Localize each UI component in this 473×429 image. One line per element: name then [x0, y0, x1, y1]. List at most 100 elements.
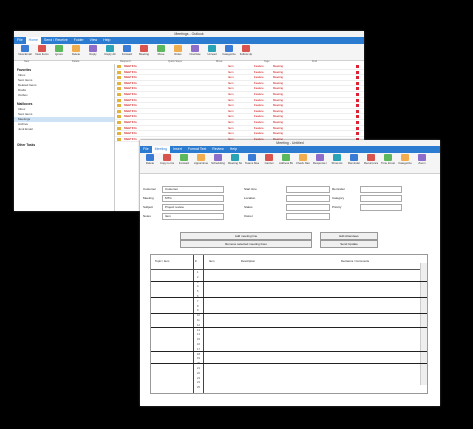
follow-up-icon: [242, 45, 250, 52]
flag-icon[interactable]: [356, 115, 359, 119]
add-line-button[interactable]: Add meeting line: [180, 232, 312, 240]
message-from: MEETING: [124, 119, 137, 124]
ribbon-ignore-button[interactable]: Ignore: [52, 45, 66, 59]
send-update-button[interactable]: Send Update: [320, 240, 378, 248]
ribbon-meeting-button[interactable]: Meeting: [137, 45, 151, 59]
flag-icon[interactable]: [356, 81, 359, 85]
ribbon-categorize-button[interactable]: Categorize: [398, 154, 412, 168]
grid-col-header: Decisions / Comments: [341, 259, 369, 263]
ribbon-show-as-button[interactable]: Show As: [330, 154, 344, 168]
menu-insert[interactable]: Insert: [170, 146, 185, 153]
form-field-customer[interactable]: Customer: [162, 186, 224, 193]
menu-format-text[interactable]: Format Text: [185, 146, 209, 153]
ribbon-label: Move: [157, 52, 165, 56]
flag-icon[interactable]: [356, 92, 359, 96]
ribbon-group-tags: Tags: [264, 60, 270, 63]
ribbon-onenote-button[interactable]: OneNote: [188, 45, 202, 59]
ribbon-follow-up-button[interactable]: Follow Up: [239, 45, 253, 59]
ribbon-check-names-button[interactable]: Check Names: [296, 154, 310, 168]
categorize-icon: [401, 154, 409, 161]
message-from: MEETING: [124, 69, 137, 74]
ribbon-appointment-button[interactable]: Appointment: [194, 154, 208, 168]
message-from: MEETING: [124, 114, 137, 119]
ribbon-zoom-button[interactable]: Zoom: [415, 154, 429, 168]
menu-folder[interactable]: Folder: [71, 37, 87, 44]
flag-icon[interactable]: [356, 98, 359, 102]
ribbon-time-zones-button[interactable]: Time Zones: [381, 154, 395, 168]
form-field-start-time[interactable]: [286, 186, 330, 193]
form-field-subject[interactable]: Project review: [162, 204, 224, 211]
ribbon-forward-button[interactable]: Forward: [120, 45, 134, 59]
ribbon-unread-button[interactable]: Unread: [205, 45, 219, 59]
message-field: Feature: [254, 108, 264, 113]
nav-item-outbox[interactable]: Outbox: [14, 93, 114, 98]
ribbon-recurrence-button[interactable]: Recurrence: [364, 154, 378, 168]
menu-help[interactable]: Help: [227, 146, 240, 153]
ribbon-response-options-button[interactable]: Response Options: [313, 154, 327, 168]
ribbon-delete-button[interactable]: Delete: [143, 154, 157, 168]
flag-icon[interactable]: [356, 104, 359, 108]
flag-icon[interactable]: [356, 126, 359, 130]
ribbon-cancel-button[interactable]: Cancel: [262, 154, 276, 168]
ribbon-delete-button[interactable]: Delete: [69, 45, 83, 59]
flag-icon[interactable]: [356, 70, 359, 74]
menu-meeting[interactable]: Meeting: [151, 146, 171, 153]
flag-icon[interactable]: [356, 132, 359, 136]
ribbon-label: Teams Meeting: [245, 161, 259, 165]
form-label: Owner: [244, 214, 253, 218]
message-field: Item: [228, 103, 234, 108]
form-field-priority[interactable]: [360, 204, 402, 211]
menu-view[interactable]: View: [87, 37, 101, 44]
ribbon-scheduling-button[interactable]: Scheduling: [211, 154, 225, 168]
form-field-reminder[interactable]: [360, 186, 402, 193]
ribbon-reply-button[interactable]: Reply: [86, 45, 100, 59]
onenote-icon: [191, 45, 199, 52]
form-field-status[interactable]: [286, 204, 330, 211]
calendar-icon: [117, 109, 121, 113]
flag-icon[interactable]: [356, 87, 359, 91]
ribbon-new-items-button[interactable]: New Items: [35, 45, 49, 59]
form-field-meeting[interactable]: MTG: [162, 195, 224, 202]
row-number: 25: [197, 386, 200, 390]
message-field: Meeting: [273, 131, 283, 136]
menu-file[interactable]: File: [14, 37, 26, 44]
calendar-icon: [117, 76, 121, 80]
menu-home[interactable]: Home: [25, 37, 41, 44]
cancel-icon: [265, 154, 273, 161]
ribbon-reminder-button[interactable]: Reminder: [347, 154, 361, 168]
ribbon-address-book-button[interactable]: Address Book: [279, 154, 293, 168]
menu-file[interactable]: File: [140, 146, 152, 153]
flag-icon[interactable]: [356, 120, 359, 124]
menu-review[interactable]: Review: [209, 146, 226, 153]
ribbon-copy-to-calendar-button[interactable]: Copy to Calendar: [160, 154, 174, 168]
ribbon: Delete Copy to Calendar Forward Appointment…: [140, 153, 440, 174]
ribbon-new-email-button[interactable]: New Email: [18, 45, 32, 59]
nav-item-junk-email[interactable]: Junk Email: [14, 127, 114, 132]
remove-lines-button[interactable]: Remove selected meeting lines: [180, 240, 312, 248]
form-field-location[interactable]: [286, 195, 330, 202]
message-field: Meeting: [273, 69, 283, 74]
form-field-owner[interactable]: [286, 213, 330, 220]
ribbon-teams-meeting-button[interactable]: Teams Meeting: [245, 154, 259, 168]
col-divider: [193, 255, 194, 393]
flag-icon[interactable]: [356, 109, 359, 113]
row-number: 9: [197, 309, 199, 313]
ribbon-rules-button[interactable]: Rules: [171, 45, 185, 59]
edit-attendees-button[interactable]: Edit Attendees: [320, 232, 378, 240]
flag-icon[interactable]: [356, 65, 359, 68]
menu-send-receive[interactable]: Send / Receive: [41, 37, 71, 44]
form-label: Category: [332, 196, 345, 200]
form-field-notes[interactable]: Item: [162, 213, 224, 220]
flag-icon[interactable]: [356, 76, 359, 80]
ribbon-meeting-notes-button[interactable]: Meeting Notes: [228, 154, 242, 168]
unread-icon: [208, 45, 216, 52]
ribbon-move-button[interactable]: Move: [154, 45, 168, 59]
ribbon-categorize-button[interactable]: Categorize: [222, 45, 236, 59]
menu-help[interactable]: Help: [100, 37, 113, 44]
row-number: 18: [197, 352, 200, 356]
form-field-category[interactable]: [360, 195, 402, 202]
ribbon-forward-button[interactable]: Forward: [177, 154, 191, 168]
appointment-icon: [197, 154, 205, 161]
ribbon-reply-all-button[interactable]: Reply All: [103, 45, 117, 59]
other-tasks[interactable]: Other Tasks: [14, 142, 114, 148]
